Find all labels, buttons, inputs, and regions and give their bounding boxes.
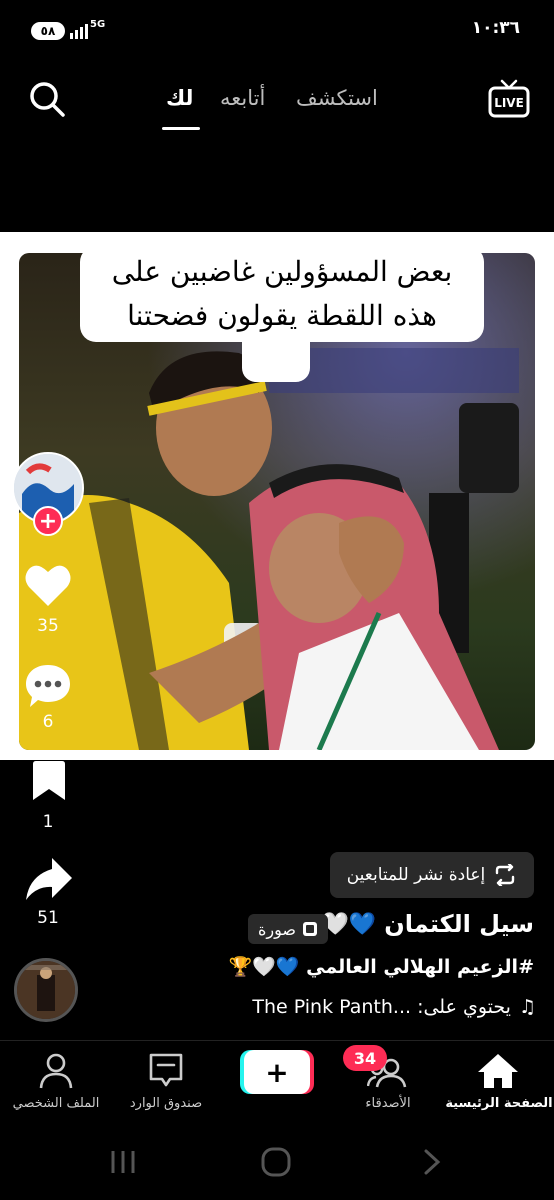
music-disc-art [17,961,75,1019]
music-text: يحتوي على: ...The Pink Panth [252,996,511,1018]
tab-for-you[interactable]: لك [166,86,193,110]
caption-line-2: هذه اللقطة يقولون فضحتنا [127,299,437,332]
photo-tag-label: صورة [258,919,296,939]
post-caption-overlay: بعض المسؤولين غاضبين على هذه اللقطة يقول… [80,246,484,342]
network-type: 5G [90,19,106,30]
post-description[interactable]: #الزعيم الهلالي العالمي 💙🤍🏆 [229,955,534,978]
music-note-icon: ♫ [518,996,536,1018]
creator-username[interactable]: سيل الكتمان 💙🤍 [321,910,534,938]
comment-count: 6 [42,712,54,732]
heart-icon [25,565,71,606]
bookmark-icon [33,761,65,800]
profile-icon[interactable] [38,1052,74,1094]
friends-notification-badge: 34 [343,1045,387,1071]
tab-profile[interactable]: الملف الشخصي [1,1096,111,1111]
repost-button[interactable]: إعادة نشر للمتابعين [330,852,534,898]
caption-line-1: بعض المسؤولين غاضبين على [111,255,453,288]
tab-inbox[interactable]: صندوق الوارد [111,1096,221,1111]
comment-icon [26,665,70,707]
status-time: ١٠:٣٦ [471,18,520,38]
share-count: 51 [37,908,59,928]
active-tab-indicator [162,127,200,130]
photo-type-tag: صورة [248,914,328,944]
like-count: 35 [37,616,59,636]
follow-plus-button[interactable]: + [33,506,63,536]
tab-explore[interactable]: استكشف [296,86,378,110]
music-info[interactable]: ♫ يحتوي على: ...The Pink Panth [252,996,536,1018]
tab-home[interactable]: الصفحة الرئيسية [444,1096,554,1111]
back-nav-icon[interactable] [420,1148,444,1180]
recent-apps-icon[interactable] [108,1148,138,1180]
like-button[interactable] [24,562,72,612]
create-post-button[interactable]: + [244,1050,310,1094]
username-hearts: 💙🤍 [321,911,377,937]
repost-label: إعادة نشر للمتابعين [346,865,486,885]
comment-button[interactable] [24,662,72,714]
tab-friends[interactable]: الأصدقاء [333,1096,443,1111]
home-icon[interactable] [476,1052,520,1094]
tab-following[interactable]: أتابعه [220,86,265,110]
music-disc[interactable] [14,958,78,1022]
repost-icon [496,864,515,886]
username-text: سيل الكتمان [384,910,534,938]
live-label: LIVE [494,96,524,110]
save-count: 1 [42,812,54,832]
save-button[interactable] [30,760,68,806]
battery-indicator: ٥٨ [31,22,65,40]
signal-icon [70,24,88,39]
photo-icon [302,922,317,936]
share-arrow-icon [26,858,72,900]
live-button[interactable]: LIVE [488,78,530,120]
home-nav-icon[interactable] [260,1146,292,1182]
search-icon[interactable] [28,80,66,122]
caption-emoji: 😂 [242,340,310,382]
share-button[interactable] [24,856,74,906]
inbox-icon[interactable] [148,1052,184,1092]
